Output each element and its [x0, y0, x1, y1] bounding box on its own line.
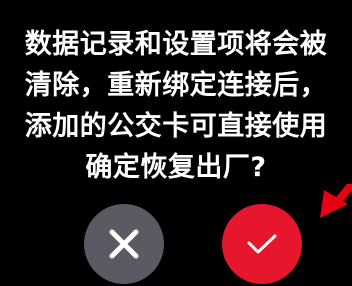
factory-reset-dialog: 数据记录和设置项将会被 清除，重新绑定连接后， 添加的公交卡可直接使用 确定恢复…	[0, 0, 352, 286]
check-icon	[247, 234, 277, 254]
red-arrow-annotation	[320, 184, 352, 218]
cancel-button[interactable]	[84, 204, 164, 284]
confirm-button[interactable]	[222, 204, 302, 284]
message-line-3: 添加的公交卡可直接使用	[24, 111, 328, 142]
close-icon	[109, 229, 139, 259]
reset-warning-message: 数据记录和设置项将会被 清除，重新绑定连接后， 添加的公交卡可直接使用 确定恢复…	[10, 24, 342, 188]
message-line-2: 清除，重新绑定连接后，	[24, 70, 328, 101]
message-line-4: 确定恢复出厂?	[85, 152, 267, 183]
message-line-1: 数据记录和设置项将会被	[24, 29, 328, 60]
